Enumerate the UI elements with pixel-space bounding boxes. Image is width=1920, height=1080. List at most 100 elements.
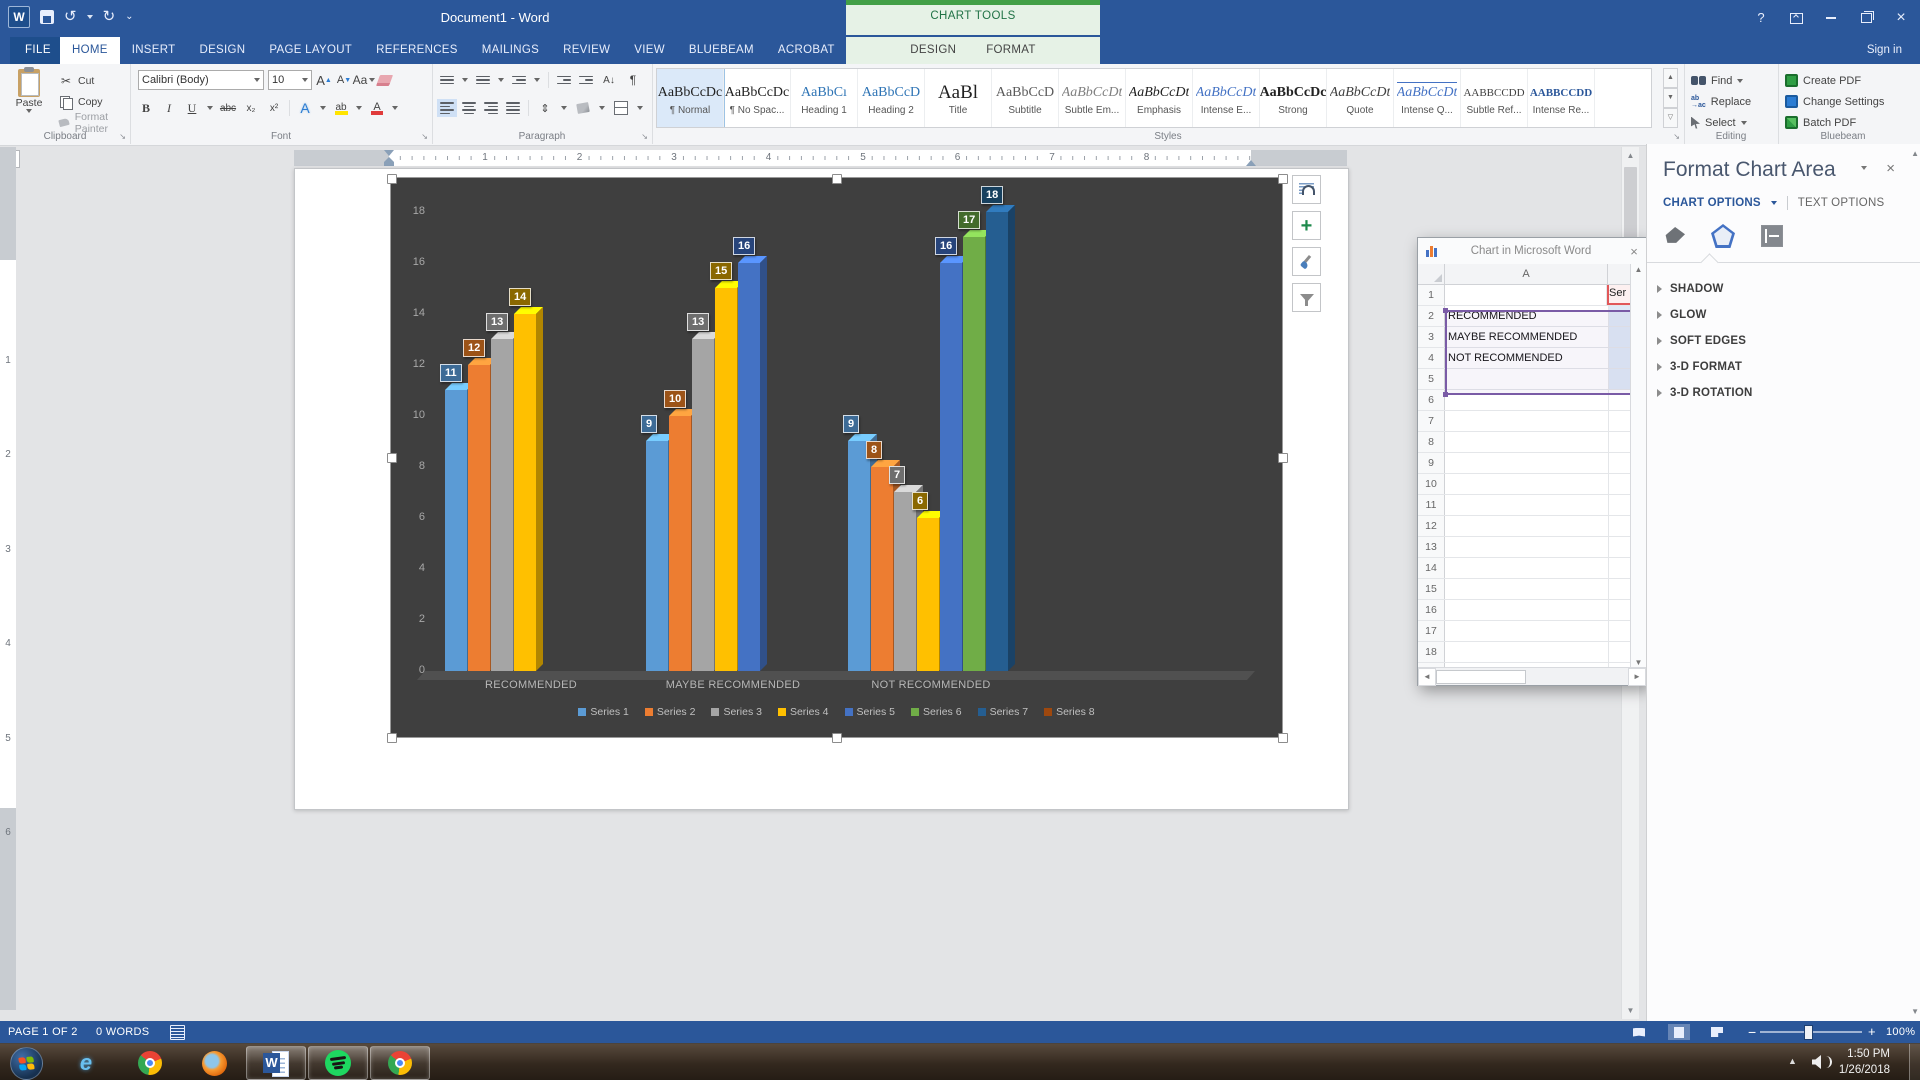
create-pdf-button[interactable]: Create PDF <box>1785 71 1884 90</box>
text-effects-button[interactable]: A <box>297 100 313 116</box>
bar-series-2-recommended[interactable] <box>468 358 497 671</box>
shrink-font-button[interactable]: A ▼ <box>336 72 352 88</box>
clipboard-dialog-launcher[interactable]: ↘ <box>119 132 126 141</box>
bar-series-6-not-recommended[interactable] <box>963 230 992 671</box>
legend-item-series-6[interactable]: Series 6 <box>911 706 962 718</box>
row-number[interactable]: 13 <box>1418 537 1445 557</box>
cell-b1[interactable]: Ser <box>1607 285 1630 305</box>
row-number[interactable]: 6 <box>1418 390 1445 410</box>
decrease-indent-button[interactable] <box>557 75 571 85</box>
taskbar-word-button[interactable]: W <box>246 1046 306 1080</box>
bar-series-4-maybe-recommended[interactable] <box>715 281 744 671</box>
style-normal[interactable]: AaBbCcDc ¶ Normal <box>657 69 725 127</box>
datasheet-close-icon[interactable]: × <box>1622 244 1646 259</box>
font-color-button[interactable]: A <box>369 100 385 116</box>
taskbar-firefox-icon[interactable] <box>200 1049 228 1077</box>
highlight-button[interactable]: ab <box>333 100 349 116</box>
taskbar-chrome-icon[interactable] <box>136 1049 164 1077</box>
bullets-button[interactable] <box>440 75 454 85</box>
taskbar-ie-icon[interactable]: e <box>72 1049 100 1077</box>
cell-b2[interactable] <box>1609 306 1630 326</box>
first-line-indent-marker[interactable] <box>384 150 394 156</box>
taskbar-clock[interactable]: 1:50 PM 1/26/2018 <box>1839 1046 1890 1078</box>
tray-expand-icon[interactable]: ▲ <box>1788 1056 1797 1066</box>
web-layout-button[interactable] <box>1706 1024 1728 1040</box>
save-icon[interactable] <box>40 10 54 24</box>
subscript-button[interactable]: x₂ <box>243 100 259 116</box>
row-number[interactable]: 11 <box>1418 495 1445 515</box>
section-shadow[interactable]: SHADOW <box>1657 276 1901 302</box>
cell-b4[interactable] <box>1609 348 1630 368</box>
style-subtle-ref[interactable]: AABBCCDD Subtle Ref... <box>1461 69 1528 127</box>
multilevel-list-button[interactable] <box>512 75 526 85</box>
justify-button[interactable] <box>506 102 520 114</box>
sort-button[interactable]: A↓ <box>601 72 617 88</box>
row-number[interactable]: 2 <box>1418 306 1445 326</box>
style-title[interactable]: AaBl Title <box>925 69 992 127</box>
line-spacing-button[interactable]: ⇕ <box>537 100 553 116</box>
cell-b15[interactable] <box>1609 579 1630 599</box>
cell-a10[interactable] <box>1445 474 1609 494</box>
legend-item-series-2[interactable]: Series 2 <box>644 706 695 718</box>
chart-datasheet-window[interactable]: Chart in Microsoft Word × A 1 Ser 2 RECOMME… <box>1417 237 1647 686</box>
selection-handle[interactable] <box>1278 453 1288 463</box>
cell-a11[interactable] <box>1445 495 1609 515</box>
row-number[interactable]: 8 <box>1418 432 1445 452</box>
numbering-button[interactable] <box>476 75 490 85</box>
select-button[interactable]: Select <box>1691 113 1751 132</box>
chart-styles-button[interactable] <box>1292 247 1321 276</box>
taskbar-chrome-button[interactable] <box>370 1046 430 1080</box>
italic-button[interactable]: I <box>161 100 177 116</box>
sign-in-link[interactable]: Sign in <box>1867 37 1902 64</box>
shading-button[interactable] <box>575 100 591 116</box>
cell-b9[interactable] <box>1609 453 1630 473</box>
bar-series-5-maybe-recommended[interactable] <box>738 256 767 671</box>
read-mode-button[interactable] <box>1628 1024 1650 1040</box>
superscript-button[interactable]: x² <box>266 100 282 116</box>
document-page[interactable]: 0 2 4 6 8 10 12 14 16 18 11 12 13 14 9 10 13 15 16 9 8 7 6 16 17… <box>294 168 1349 810</box>
row-number[interactable]: 1 <box>1418 285 1445 305</box>
cell-b16[interactable] <box>1609 600 1630 620</box>
row-number[interactable]: 5 <box>1418 369 1445 389</box>
pane-scroll-down-icon[interactable]: ▼ <box>1911 1007 1919 1016</box>
ribbon-display-options-button[interactable] <box>1783 7 1809 29</box>
selection-handle[interactable] <box>832 174 842 184</box>
bold-button[interactable]: B <box>138 100 154 116</box>
cell-b14[interactable] <box>1609 558 1630 578</box>
scroll-up-icon[interactable]: ▲ <box>1622 147 1639 164</box>
selection-handle[interactable] <box>387 174 397 184</box>
pane-scrollbar[interactable]: ▲ ▼ <box>1907 147 1920 1018</box>
cell-b12[interactable] <box>1609 516 1630 536</box>
tab-design[interactable]: DESIGN <box>187 37 257 64</box>
qat-customize-icon[interactable]: ⌄ <box>125 4 133 30</box>
selection-handle[interactable] <box>1278 174 1288 184</box>
selection-handle[interactable] <box>832 733 842 743</box>
cell-b11[interactable] <box>1609 495 1630 515</box>
datasheet-hscroll-thumb[interactable] <box>1436 670 1526 684</box>
font-family-combo[interactable]: Calibri (Body) <box>138 70 264 90</box>
cell-b3[interactable] <box>1609 327 1630 347</box>
cell-a18[interactable] <box>1445 642 1609 662</box>
help-button[interactable]: ? <box>1748 7 1774 29</box>
clear-formatting-button[interactable] <box>375 72 393 88</box>
tab-review[interactable]: REVIEW <box>551 37 622 64</box>
datasheet-vscroll[interactable]: ▲ ▼ <box>1630 264 1646 668</box>
row-number[interactable]: 9 <box>1418 453 1445 473</box>
tab-page-layout[interactable]: PAGE LAYOUT <box>257 37 364 64</box>
close-button[interactable]: × <box>1888 7 1914 29</box>
paste-button[interactable]: Paste <box>6 67 52 113</box>
style-intense-q[interactable]: AaBbCcDt Intense Q... <box>1394 69 1461 127</box>
chart-object[interactable]: 0 2 4 6 8 10 12 14 16 18 11 12 13 14 9 10 13 15 16 9 8 7 6 16 17… <box>387 174 1288 743</box>
zoom-out-button[interactable]: − <box>1748 1021 1756 1043</box>
cell-a7[interactable] <box>1445 411 1609 431</box>
tab-mailings[interactable]: MAILINGS <box>470 37 551 64</box>
pane-dropdown-icon[interactable] <box>1861 166 1867 170</box>
word-count[interactable]: 0 WORDS <box>96 1021 149 1043</box>
chart-elements-button[interactable]: + <box>1292 211 1321 240</box>
cell-a8[interactable] <box>1445 432 1609 452</box>
tab-view[interactable]: VIEW <box>622 37 677 64</box>
row-number[interactable]: 14 <box>1418 558 1445 578</box>
batch-pdf-button[interactable]: Batch PDF <box>1785 113 1884 132</box>
datasheet-scroll-up-icon[interactable]: ▲ <box>1631 265 1646 274</box>
change-case-button[interactable]: Aa <box>353 72 376 88</box>
